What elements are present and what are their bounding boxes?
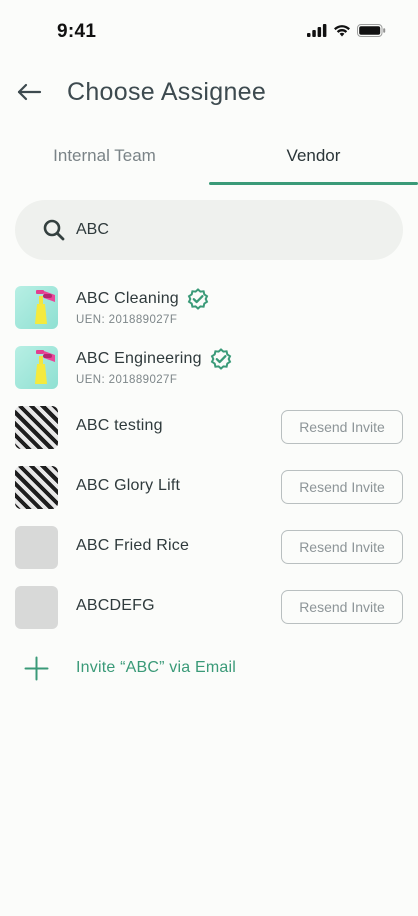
search-icon (43, 219, 65, 241)
cleaning-spray-icon (35, 350, 55, 384)
plus-icon (24, 656, 49, 681)
vendor-name: ABC Glory Lift (76, 477, 181, 494)
vendor-name-line: ABC Engineering (76, 348, 232, 370)
vendor-name: ABCDEFG (76, 597, 155, 614)
vendor-uen: UEN: 201889027F (76, 314, 178, 326)
back-arrow-icon (17, 83, 42, 101)
avatar-placeholder (15, 586, 58, 629)
verified-badge-icon (187, 288, 209, 310)
vendor-name-line: ABC testing (76, 417, 163, 435)
search-bar[interactable] (15, 200, 403, 260)
vendor-name-line: ABC Glory Lift (76, 477, 180, 495)
avatar-placeholder (15, 526, 58, 569)
striped-logo (15, 466, 58, 509)
search-input[interactable] (76, 221, 366, 239)
vendor-name-line: ABC Cleaning (76, 288, 209, 310)
back-button[interactable] (14, 78, 44, 106)
vendor-uen: UEN: 201889027F (76, 374, 178, 386)
vendor-row[interactable]: ABC Fried Rice Resend Invite (0, 517, 418, 577)
vendor-row[interactable]: ABCDEFG Resend Invite (0, 577, 418, 637)
vendor-row[interactable]: ABC Engineering UEN: 201889027F (0, 337, 418, 397)
vendor-list: ABC Cleaning UEN: 201889027F ABC Enginee… (0, 277, 418, 637)
vendor-name-line: ABC Fried Rice (76, 537, 189, 555)
vendor-avatar (15, 346, 58, 389)
tab-internal-team[interactable]: Internal Team (0, 135, 209, 185)
vendor-name: ABC testing (76, 417, 163, 434)
resend-invite-button[interactable]: Resend Invite (281, 470, 403, 504)
resend-invite-button[interactable]: Resend Invite (281, 410, 403, 444)
tab-bar: Internal Team Vendor (0, 135, 418, 185)
cellular-signal-icon (307, 24, 327, 37)
invite-via-email-button[interactable]: Invite “ABC” via Email (0, 648, 418, 690)
vendor-name-line: ABCDEFG (76, 597, 155, 615)
resend-invite-button[interactable]: Resend Invite (281, 590, 403, 624)
header: Choose Assignee (0, 72, 418, 112)
vendor-row[interactable]: ABC testing Resend Invite (0, 397, 418, 457)
tab-vendor[interactable]: Vendor (209, 135, 418, 185)
active-tab-indicator (209, 182, 418, 185)
status-icons (307, 24, 386, 37)
vendor-name: ABC Cleaning (76, 290, 179, 307)
status-time: 9:41 (57, 21, 97, 42)
invite-label: Invite “ABC” via Email (76, 659, 236, 676)
status-bar: 9:41 (0, 0, 418, 64)
vendor-row[interactable]: ABC Cleaning UEN: 201889027F (0, 277, 418, 337)
battery-icon (357, 24, 386, 37)
cleaning-spray-icon (35, 290, 55, 324)
page-title: Choose Assignee (67, 78, 267, 106)
resend-invite-button[interactable]: Resend Invite (281, 530, 403, 564)
wifi-icon (334, 25, 350, 37)
striped-logo (15, 406, 58, 449)
vendor-name: ABC Fried Rice (76, 537, 190, 554)
vendor-avatar (15, 286, 58, 329)
vendor-row[interactable]: ABC Glory Lift Resend Invite (0, 457, 418, 517)
vendor-name: ABC Engineering (76, 350, 202, 367)
verified-badge-icon (210, 348, 232, 370)
